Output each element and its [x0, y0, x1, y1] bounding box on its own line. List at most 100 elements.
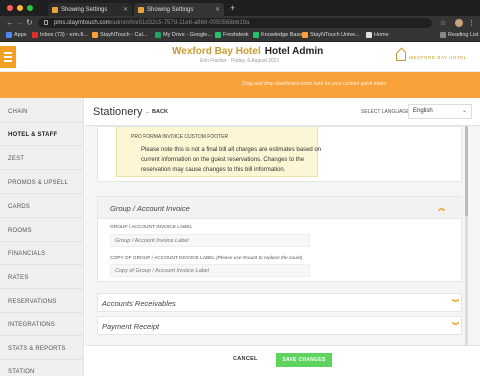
bookmark-staynt-cal[interactable]: StayNTouch - Cal...	[92, 32, 147, 38]
divider	[0, 193, 84, 194]
divider	[0, 169, 84, 170]
staynt-icon	[92, 32, 98, 38]
staynt-icon	[302, 32, 308, 38]
cancel-button[interactable]: CANCEL	[233, 356, 258, 362]
reading-list-icon	[440, 32, 446, 38]
browser-tab[interactable]: Showing Settings ✕	[48, 3, 132, 16]
copy-invoice-label-caption: COPY OF GROUP / ACCOUNT INVOICE LABEL (P…	[110, 256, 303, 261]
bookmark-apps[interactable]: Apps	[6, 32, 27, 38]
close-window-button[interactable]	[7, 5, 13, 11]
proforma-footer-textarea[interactable]: Please note this is not a final bill all…	[141, 145, 327, 173]
stationery-title: Stationery	[93, 106, 143, 118]
group-invoice-label-input[interactable]	[110, 234, 310, 247]
hamburger-icon	[4, 52, 12, 54]
back-arrow-icon: ←	[145, 109, 153, 115]
gmail-icon	[32, 32, 38, 38]
sidebar-item-integrations[interactable]: INTEGRATIONS	[8, 322, 55, 328]
hamburger-menu-button[interactable]	[0, 46, 16, 68]
close-tab-icon[interactable]: ✕	[123, 6, 128, 13]
group-invoice-header[interactable]: Group / Account Invoice ︽	[98, 197, 463, 219]
divider	[0, 122, 84, 123]
lock-icon	[44, 20, 48, 25]
sidebar-item-rooms[interactable]: ROOMS	[8, 228, 32, 234]
bookmark-inbox[interactable]: Inbox (73) - erin.fi...	[32, 32, 88, 38]
bookmarks-bar: Apps Inbox (73) - erin.fi... StayNTouch …	[0, 30, 480, 42]
chevron-up-icon[interactable]: ︽	[438, 203, 445, 213]
new-tab-icon[interactable]: +	[230, 3, 235, 13]
proforma-footer-panel: PRO FORMA INVOICE CUSTOM FOOTER Please n…	[97, 126, 462, 182]
divider	[0, 359, 84, 360]
sidebar-item-financials[interactable]: FINANCIALS	[8, 251, 45, 257]
divider	[0, 217, 84, 218]
sidebar-item-rates[interactable]: RATES	[8, 275, 29, 281]
divider	[0, 312, 84, 313]
menu-dots-icon[interactable]: ⋮	[468, 19, 475, 27]
copy-invoice-note: (Please use #count to replace the count)	[216, 256, 303, 261]
home-icon	[366, 32, 372, 38]
maximize-window-button[interactable]	[27, 5, 33, 11]
back-button[interactable]: ← BACK	[145, 109, 168, 115]
knowledge-base-icon	[253, 32, 259, 38]
app-header: Wexford Bay Hotel Hotel Admin Erin Fische…	[0, 42, 480, 72]
quick-menu-drop-zone[interactable]: Drag and drop dashboard icons here for y…	[0, 72, 480, 98]
group-invoice-label-caption: GROUP / ACCOUNT INVOICE LABEL	[110, 225, 193, 230]
chevron-down-icon[interactable]: ︾	[452, 321, 459, 331]
minimize-window-button[interactable]	[17, 5, 23, 11]
proforma-footer-label: PRO FORMA INVOICE CUSTOM FOOTER	[131, 134, 229, 140]
chevron-down-icon: ⌄	[461, 108, 467, 114]
reload-icon[interactable]: ↻	[26, 18, 33, 27]
divider	[0, 145, 84, 146]
profile-avatar[interactable]	[455, 19, 463, 27]
payment-receipt-accordion[interactable]: Payment Receipt ︾	[97, 316, 462, 335]
forward-arrow-icon[interactable]: →	[16, 18, 24, 27]
close-tab-icon[interactable]: ✕	[215, 6, 220, 13]
settings-scroll-area[interactable]: PRO FORMA INVOICE CUSTOM FOOTER Please n…	[85, 126, 480, 342]
accounts-receivables-title: Accounts Receivables	[102, 299, 176, 308]
divider	[0, 335, 84, 336]
address-bar-row: ← → ↻ pms.staymtouch.com/admin/h/e51d32c…	[0, 16, 480, 30]
hotel-logo: WEXFORD BAY HOTEL	[396, 53, 467, 61]
tab-favicon-icon	[138, 6, 144, 13]
bookmark-reading-list[interactable]: Reading List	[440, 32, 479, 38]
house-logo-icon	[396, 53, 406, 61]
action-bar: CANCEL SAVE CHANGES	[85, 345, 480, 376]
scrollbar-thumb[interactable]	[465, 126, 468, 216]
bookmark-knowledge-base[interactable]: Knowledge Base	[253, 32, 302, 38]
bookmark-home[interactable]: Home	[366, 32, 389, 38]
admin-label: Hotel Admin	[264, 46, 324, 57]
save-changes-button[interactable]: SAVE CHANGES	[276, 353, 332, 367]
sidebar-item-cards[interactable]: CARDS	[8, 204, 30, 210]
page-header: Stationery ← BACK SELECT LANGUAGE Englis…	[85, 98, 480, 126]
group-invoice-title: Group / Account Invoice	[110, 204, 190, 213]
back-arrow-icon[interactable]: ←	[6, 18, 14, 27]
drop-zone-hint: Drag and drop dashboard icons here for y…	[242, 81, 387, 87]
language-label: SELECT LANGUAGE	[361, 109, 410, 115]
star-icon[interactable]: ☆	[440, 19, 446, 27]
hotel-name: Wexford Bay Hotel	[172, 46, 261, 57]
proforma-footer-box: PRO FORMA INVOICE CUSTOM FOOTER Please n…	[116, 127, 321, 177]
sidebar-item-stats-reports[interactable]: STATS & REPORTS	[8, 346, 66, 352]
tab-favicon-icon	[52, 6, 58, 13]
sidebar-item-promos-upsell[interactable]: PROMOS & UPSELL	[8, 180, 68, 186]
bookmark-drive[interactable]: My Drive - Google...	[155, 32, 212, 38]
sidebar-item-station[interactable]: STATION	[8, 369, 35, 375]
accounts-receivables-accordion[interactable]: Accounts Receivables ︾	[97, 293, 462, 312]
sidebar-item-hotel-staff[interactable]: HOTEL & STAFF	[8, 132, 57, 138]
browser-tab-active[interactable]: Showing Settings ✕	[134, 3, 224, 16]
copy-invoice-label-input[interactable]	[110, 264, 310, 277]
apps-grid-icon	[6, 32, 12, 38]
bookmark-staynt-univ[interactable]: StayNTouch Unive...	[302, 32, 360, 38]
language-value: English	[413, 108, 433, 114]
sidebar-item-chain[interactable]: CHAIN	[8, 109, 28, 115]
url-input[interactable]: pms.staymtouch.com/admin/h/e51d32c5-757d…	[38, 18, 432, 28]
url-host: pms.staymtouch.com	[54, 20, 111, 26]
bookmark-freshdesk[interactable]: Freshdesk	[215, 32, 249, 38]
tab-title: Showing Settings	[147, 6, 194, 13]
language-select[interactable]: English ⌄	[408, 104, 472, 119]
page-scrollbar[interactable]	[465, 126, 468, 346]
chevron-down-icon[interactable]: ︾	[452, 298, 459, 308]
sidebar-item-zest[interactable]: ZEST	[8, 156, 24, 162]
payment-receipt-title: Payment Receipt	[102, 322, 160, 331]
sidebar-item-reservations[interactable]: RESERVATIONS	[8, 299, 56, 305]
sidebar: CHAIN HOTEL & STAFF ZEST PROMOS & UPSELL…	[0, 98, 84, 376]
